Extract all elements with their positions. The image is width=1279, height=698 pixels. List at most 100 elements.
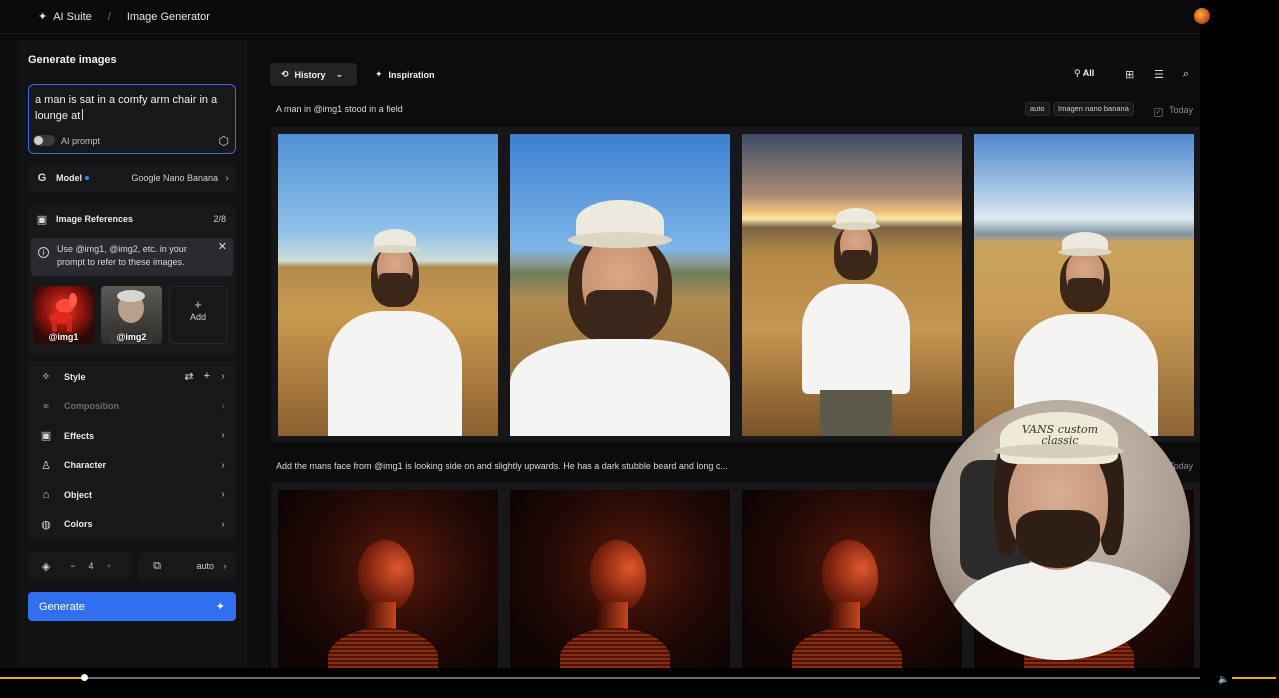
- prompt-text[interactable]: a man is sat in a comfy arm chair in a l…: [35, 94, 217, 122]
- breadcrumb-app[interactable]: AI Suite: [53, 11, 92, 23]
- object-icon: ⌂: [42, 488, 50, 501]
- generated-image[interactable]: [510, 134, 730, 436]
- reference-thumb-img1[interactable]: @img1: [33, 286, 94, 344]
- add-reference-button[interactable]: + Add: [169, 286, 227, 344]
- settings-label: Effects: [64, 430, 95, 441]
- palette-icon: ◍: [41, 518, 51, 531]
- group-caption: A man in @img1 stood in a field: [276, 104, 403, 114]
- settings-label: Composition: [64, 401, 119, 412]
- generated-image[interactable]: [510, 490, 730, 668]
- filter-label: All: [1082, 68, 1095, 78]
- info-text: Use @img1, @img2, etc. in your prompt to…: [57, 244, 187, 267]
- tab-label: History: [294, 69, 326, 80]
- settings-row-composition[interactable]: ⚭ Composition ›: [28, 392, 236, 422]
- history-icon: ⟲: [281, 69, 289, 79]
- ai-prompt-label: AI prompt: [61, 136, 101, 146]
- user-avatar[interactable]: [1194, 8, 1210, 24]
- settings-row-colors[interactable]: ◍ Colors ›: [28, 510, 236, 540]
- chevron-down-icon: ⌄: [335, 69, 344, 79]
- generated-image[interactable]: [742, 490, 962, 668]
- chevron-right-icon: ›: [221, 459, 225, 471]
- generated-image[interactable]: [278, 490, 498, 668]
- chevron-right-icon: ›: [221, 430, 225, 442]
- style-sparkle-icon: ✧: [41, 371, 51, 384]
- reference-tag: @img2: [116, 332, 147, 342]
- volume-icon[interactable]: 🔈: [1218, 674, 1229, 685]
- model-value: Google Nano Banana: [131, 173, 218, 183]
- grid-view-icon[interactable]: ⊞: [1125, 68, 1134, 81]
- model-selector[interactable]: G Model Google Nano Banana ›: [28, 164, 236, 192]
- top-bar: ✦ AI Suite / Image Generator: [0, 0, 1200, 34]
- meta-tag-aspect: auto: [1025, 102, 1050, 116]
- image-icon: ▣: [36, 213, 48, 226]
- cap-logo-text: VANS custom classic: [1021, 423, 1099, 447]
- progress-track[interactable]: [0, 674, 1200, 681]
- sparkle-icon: ✦: [38, 11, 48, 23]
- cap-brim-shape: [994, 444, 1124, 458]
- meta-tag-model: Imagen nano banana: [1053, 102, 1134, 116]
- info-icon: i: [38, 247, 49, 258]
- generated-image[interactable]: [974, 134, 1194, 436]
- settings-label: Colors: [64, 519, 93, 530]
- breadcrumb: ✦ AI Suite / Image Generator: [38, 10, 210, 24]
- new-indicator-dot: [85, 176, 89, 180]
- generated-image[interactable]: [742, 134, 962, 436]
- close-icon[interactable]: ✕: [218, 241, 227, 254]
- model-label: Model: [56, 173, 82, 183]
- sliders-icon[interactable]: ☰: [1154, 68, 1164, 81]
- reference-thumb-img2[interactable]: @img2: [101, 286, 162, 344]
- effects-image-icon: ▣: [40, 430, 52, 443]
- settings-row-style[interactable]: ✧ Style ⇄ + ›: [28, 362, 236, 392]
- increment-button[interactable]: +: [100, 561, 118, 571]
- chevron-right-icon: ›: [221, 489, 225, 501]
- shuffle-icon[interactable]: ⇄: [184, 370, 193, 383]
- settings-row-effects[interactable]: ▣ Effects ›: [28, 421, 236, 451]
- image-gallery-1: [271, 127, 1200, 442]
- layers-icon: ◈: [41, 560, 51, 573]
- beard-shape: [1016, 510, 1100, 568]
- tab-history[interactable]: ⟲ History ⌄: [270, 63, 357, 86]
- composition-icon: ⚭: [41, 400, 51, 413]
- image-references-count: 2/8: [213, 214, 226, 224]
- chevron-right-icon: ›: [225, 172, 229, 184]
- aspect-ratio-icon: ⧉: [153, 559, 161, 572]
- plus-icon: +: [194, 297, 202, 312]
- settings-row-character[interactable]: ♙ Character ›: [28, 451, 236, 481]
- right-gutter: [1200, 0, 1279, 668]
- generated-image[interactable]: [278, 134, 498, 436]
- person-icon: ♙: [41, 459, 51, 472]
- filter-all-button[interactable]: ⚲ All: [1074, 68, 1094, 79]
- image-references-info: i Use @img1, @img2, etc. in your prompt …: [31, 238, 233, 276]
- decrement-button[interactable]: −: [64, 561, 82, 571]
- progress-knob[interactable]: [81, 674, 88, 681]
- settings-label: Object: [64, 489, 93, 500]
- settings-label: Style: [64, 371, 86, 382]
- breadcrumb-separator: /: [107, 10, 111, 23]
- generate-label: Generate: [39, 600, 85, 613]
- chevron-right-icon: ›: [223, 561, 227, 571]
- tab-inspiration[interactable]: ✦ Inspiration: [375, 63, 435, 86]
- style-settings-list: ✧ Style ⇄ + › ⚭ Composition › ▣ Effects ›…: [28, 362, 236, 540]
- cube-icon[interactable]: ⬡: [219, 134, 229, 148]
- breadcrumb-page: Image Generator: [126, 10, 210, 23]
- generate-sidebar: Generate images a man is sat in a comfy …: [17, 40, 247, 668]
- aspect-ratio-selector[interactable]: ⧉ auto ›: [139, 552, 236, 580]
- chevron-right-icon: ›: [221, 518, 225, 530]
- group-caption: Add the mans face from @img1 is looking …: [276, 461, 728, 471]
- select-group-checkbox[interactable]: ✓: [1154, 108, 1163, 117]
- ai-prompt-toggle[interactable]: [33, 135, 55, 146]
- text-caret: [82, 109, 84, 120]
- settings-row-object[interactable]: ⌂ Object ›: [28, 480, 236, 510]
- generate-button[interactable]: Generate ✦: [28, 592, 236, 621]
- progress-fill: [0, 677, 84, 679]
- date-label: Today: [1169, 105, 1194, 115]
- volume-slider[interactable]: [1232, 677, 1276, 679]
- settings-label: Character: [64, 460, 107, 471]
- search-icon[interactable]: ⌕: [1183, 68, 1189, 81]
- chevron-right-icon: ›: [221, 371, 225, 383]
- video-player-bar: 🔈: [0, 668, 1279, 698]
- prompt-input[interactable]: a man is sat in a comfy arm chair in a l…: [28, 84, 236, 154]
- add-reference-label: Add: [189, 312, 206, 322]
- webcam-overlay: VANS custom classic: [930, 400, 1190, 660]
- group-date: ✓ Today: [1154, 105, 1193, 117]
